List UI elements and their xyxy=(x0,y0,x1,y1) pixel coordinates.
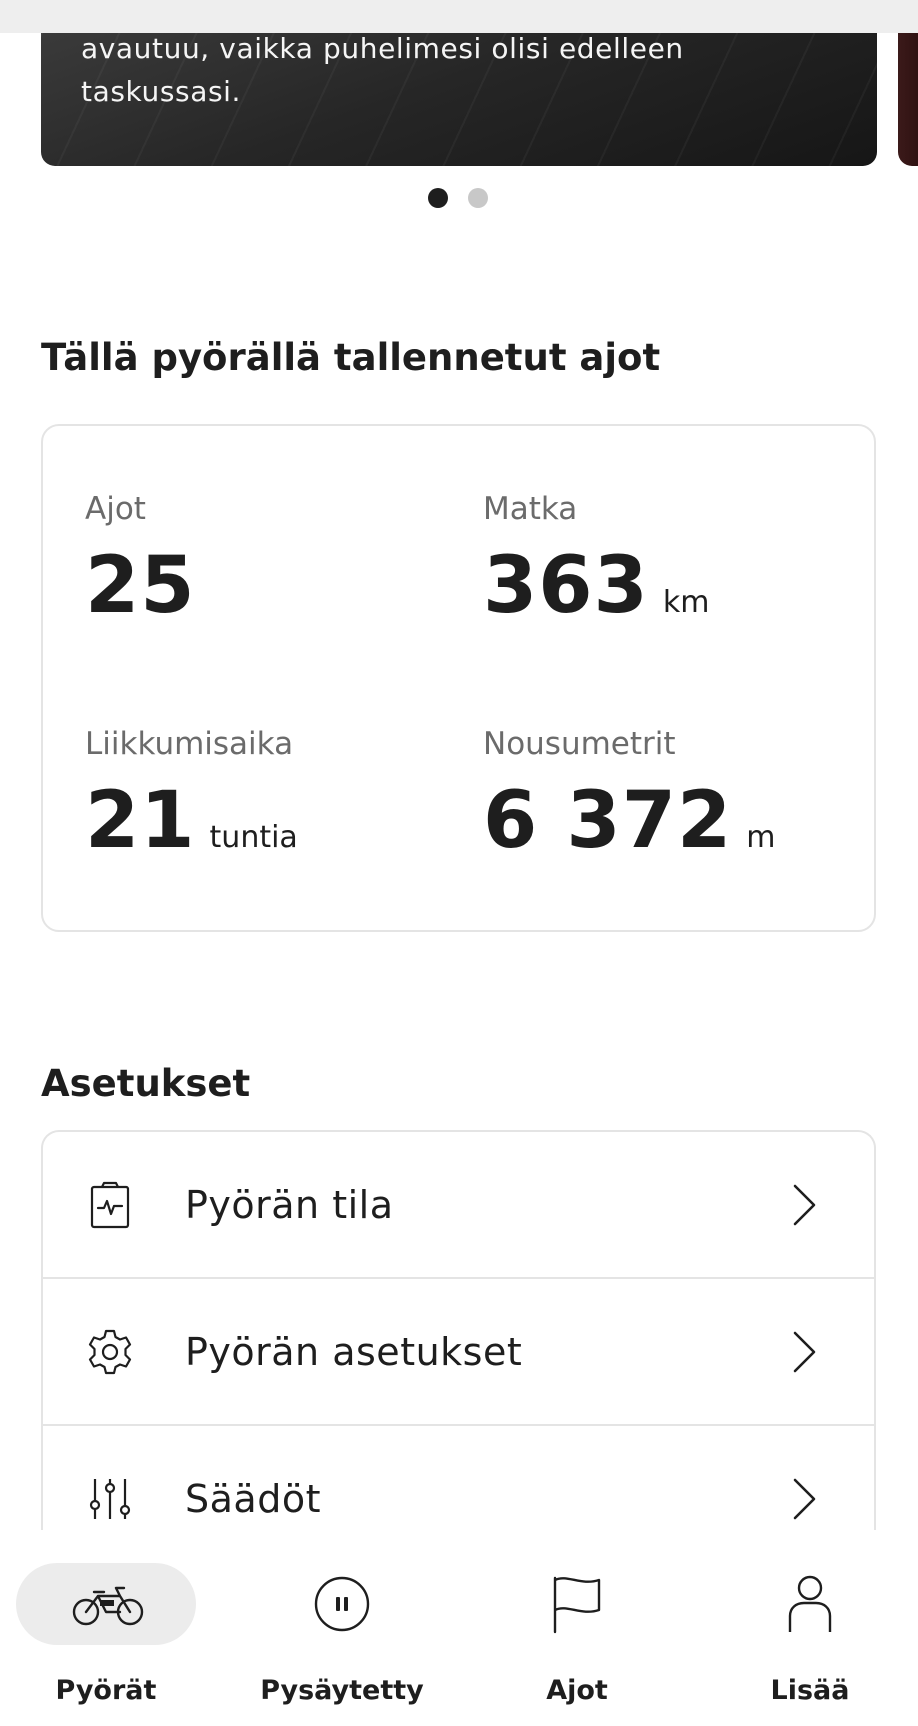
nav-label: Lisää xyxy=(770,1675,850,1706)
pause-circle-icon xyxy=(314,1576,370,1632)
chevron-right-icon xyxy=(793,1331,816,1372)
settings-item-bike-status[interactable]: Pyörän tila xyxy=(43,1132,874,1279)
settings-section-title: Asetukset xyxy=(41,1062,251,1105)
stat-elevation: Nousumetrit 6 372 m xyxy=(483,726,775,866)
ride-stats-card: Ajot 25 Matka 363 km Liikkumisaika 21 tu… xyxy=(41,424,876,932)
status-bar xyxy=(0,0,918,33)
stat-unit: m xyxy=(746,820,776,855)
carousel-next-card[interactable] xyxy=(898,33,918,166)
pagination-dot[interactable] xyxy=(468,188,488,208)
bike-icon xyxy=(72,1586,144,1626)
carousel-text: avautuu, vaikka puhelimesi olisi edellee… xyxy=(81,33,781,113)
gear-icon xyxy=(88,1329,132,1374)
nav-label: Pyörät xyxy=(55,1675,157,1706)
stat-value: 363 xyxy=(483,541,649,631)
clipboard-health-icon xyxy=(90,1181,130,1228)
carousel-text-line-1: avautuu, vaikka puhelimesi olisi edellee… xyxy=(81,33,684,65)
carousel-pagination xyxy=(428,188,488,208)
chevron-right-icon xyxy=(793,1184,816,1225)
stat-rides: Ajot 25 xyxy=(85,491,210,631)
sliders-icon xyxy=(89,1478,131,1519)
stat-label: Nousumetrit xyxy=(483,726,676,762)
stat-value: 21 xyxy=(85,776,196,866)
nav-label: Ajot xyxy=(546,1675,608,1706)
rides-section-title: Tällä pyörällä tallennetut ajot xyxy=(41,336,661,379)
nav-item-more[interactable]: Lisää xyxy=(710,1530,910,1726)
stat-unit: tuntia xyxy=(209,820,298,855)
nav-label: Pysäytetty xyxy=(260,1675,424,1706)
chevron-right-icon xyxy=(793,1478,816,1519)
nav-item-bikes[interactable]: Pyörät xyxy=(0,1530,200,1726)
stat-label: Matka xyxy=(483,491,578,527)
nav-item-rides[interactable]: Ajot xyxy=(477,1530,677,1726)
pagination-dot-active[interactable] xyxy=(428,188,448,208)
settings-item-label: Säädöt xyxy=(185,1476,321,1521)
flag-icon xyxy=(553,1576,601,1634)
stat-label: Liikkumisaika xyxy=(85,726,294,762)
stat-unit: km xyxy=(662,585,710,620)
person-icon xyxy=(788,1575,832,1632)
stat-distance: Matka 363 km xyxy=(483,491,709,631)
settings-item-label: Pyörän asetukset xyxy=(185,1329,523,1374)
stat-label: Ajot xyxy=(85,491,146,527)
carousel-card[interactable]: avautuu, vaikka puhelimesi olisi edellee… xyxy=(41,33,877,166)
nav-item-paused[interactable]: Pysäytetty xyxy=(242,1530,442,1726)
bottom-navigation: Pyörät Pysäytetty Ajot Lisää xyxy=(0,1530,918,1726)
stat-moving-time: Liikkumisaika 21 tuntia xyxy=(85,726,298,866)
stat-value: 6 372 xyxy=(483,776,733,866)
settings-item-label: Pyörän tila xyxy=(185,1182,394,1227)
carousel-text-line-2: taskussasi. xyxy=(81,75,242,108)
stat-value: 25 xyxy=(85,541,196,631)
settings-item-bike-settings[interactable]: Pyörän asetukset xyxy=(43,1279,874,1426)
